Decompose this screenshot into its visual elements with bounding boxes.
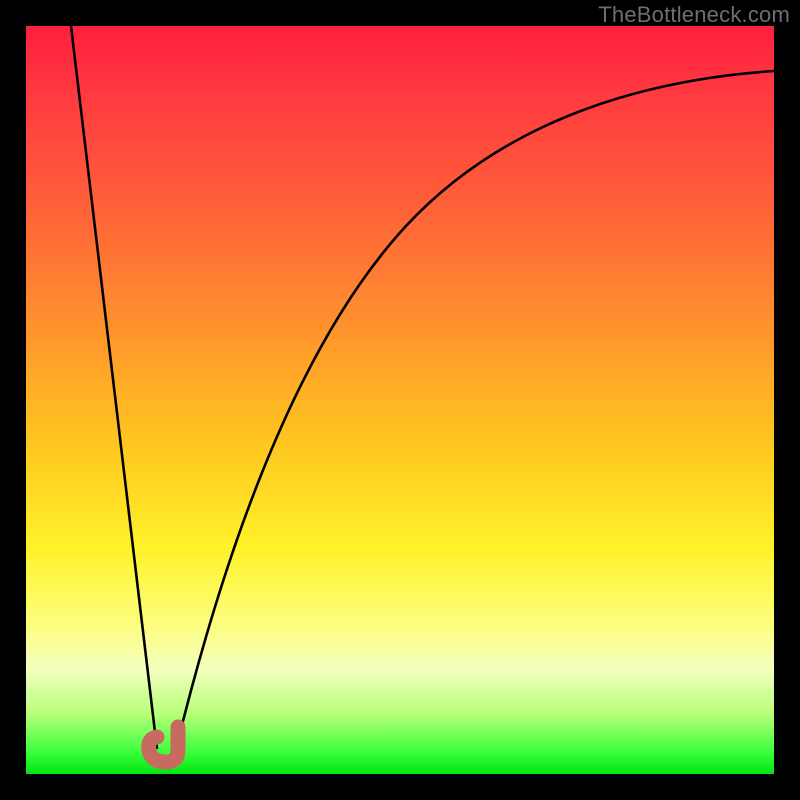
minimum-marker bbox=[149, 727, 178, 762]
plot-area bbox=[26, 26, 774, 774]
watermark-text: TheBottleneck.com bbox=[598, 2, 790, 28]
curve-left-branch bbox=[71, 26, 157, 749]
chart-frame: TheBottleneck.com bbox=[0, 0, 800, 800]
curve-right-branch bbox=[176, 71, 774, 749]
chart-svg bbox=[26, 26, 774, 774]
